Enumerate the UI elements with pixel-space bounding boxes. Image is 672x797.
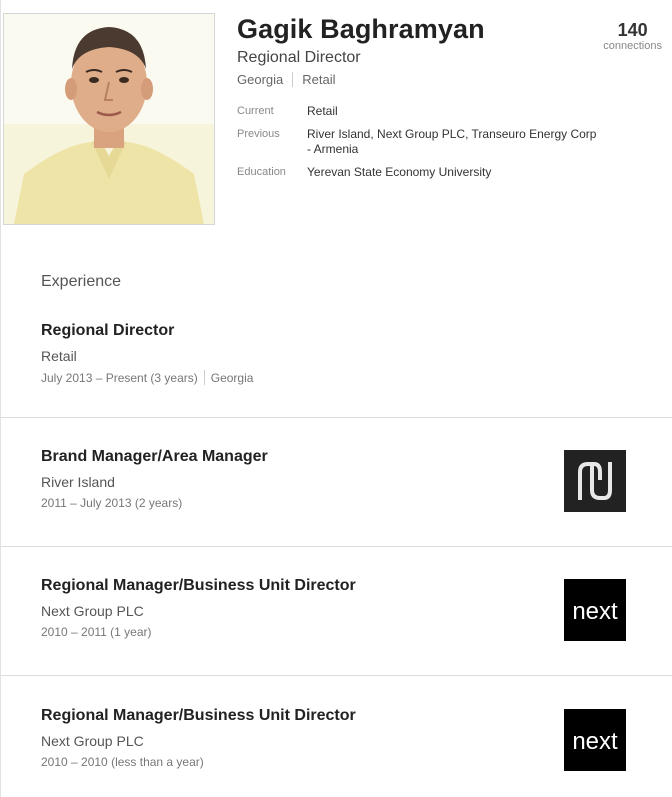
experience-item: Regional Director Retail July 2013 – Pre…: [1, 322, 672, 417]
fact-previous: Previous River Island, Next Group PLC, T…: [237, 127, 617, 157]
job-company[interactable]: Next Group PLC: [41, 603, 144, 619]
job-dates: July 2013 – Present (3 years) Georgia: [41, 370, 253, 385]
connections-count[interactable]: 140 connections: [603, 20, 662, 52]
profile-photo-image: [4, 14, 214, 224]
profile-meta: Georgia Retail: [237, 72, 336, 87]
job-date-range: 2010 – 2010 (less than a year): [41, 755, 204, 769]
next-logo[interactable]: next: [564, 709, 626, 771]
connections-number: 140: [617, 20, 648, 40]
meta-divider: [292, 72, 294, 87]
fact-education: Education Yerevan State Economy Universi…: [237, 165, 617, 180]
job-dates: 2010 – 2011 (1 year): [41, 625, 152, 639]
river-island-logo[interactable]: [564, 450, 626, 512]
connections-label: connections: [603, 40, 662, 52]
next-logo-text: next: [572, 728, 618, 755]
job-location: Georgia: [210, 370, 254, 385]
profile-page: Gagik Baghramyan Regional Director Georg…: [0, 0, 672, 797]
experience-item: Regional Manager/Business Unit Director …: [1, 577, 672, 675]
experience-item: Regional Manager/Business Unit Director …: [1, 707, 672, 797]
job-date-range: July 2013 – Present (3 years): [41, 370, 198, 385]
fact-value[interactable]: Retail: [307, 104, 338, 119]
profile-location[interactable]: Georgia: [237, 72, 283, 87]
experience-heading: Experience: [41, 273, 122, 290]
job-company[interactable]: River Island: [41, 474, 115, 490]
job-title[interactable]: Regional Manager/Business Unit Director: [41, 577, 356, 595]
section-divider: [1, 546, 672, 547]
job-date-range: 2011 – July 2013 (2 years): [41, 496, 183, 510]
section-divider: [1, 675, 672, 676]
profile-headline: Regional Director: [237, 49, 361, 66]
fact-label: Education: [237, 166, 286, 178]
job-title[interactable]: Regional Director: [41, 322, 174, 340]
job-company[interactable]: Retail: [41, 348, 77, 364]
fact-current: Current Retail: [237, 104, 617, 119]
profile-industry[interactable]: Retail: [302, 72, 335, 87]
fact-label: Previous: [237, 128, 280, 140]
job-title[interactable]: Regional Manager/Business Unit Director: [41, 707, 356, 725]
job-title[interactable]: Brand Manager/Area Manager: [41, 448, 268, 466]
profile-name: Gagik Baghramyan: [237, 14, 485, 44]
next-logo[interactable]: next: [564, 579, 626, 641]
fact-label: Current: [237, 105, 274, 117]
profile-facts: Current Retail Previous River Island, Ne…: [237, 104, 617, 188]
profile-photo[interactable]: [3, 13, 215, 225]
section-divider: [1, 417, 672, 418]
experience-item: Brand Manager/Area Manager River Island …: [1, 448, 672, 546]
job-dates: 2010 – 2010 (less than a year): [41, 755, 204, 769]
fact-value[interactable]: Yerevan State Economy University: [307, 165, 491, 180]
job-dates: 2011 – July 2013 (2 years): [41, 496, 182, 510]
fact-value[interactable]: River Island, Next Group PLC, Transeuro …: [307, 127, 597, 157]
job-date-range: 2010 – 2011 (1 year): [41, 625, 152, 639]
next-logo-text: next: [572, 598, 618, 625]
job-company[interactable]: Next Group PLC: [41, 733, 144, 749]
dates-divider: [203, 370, 205, 385]
